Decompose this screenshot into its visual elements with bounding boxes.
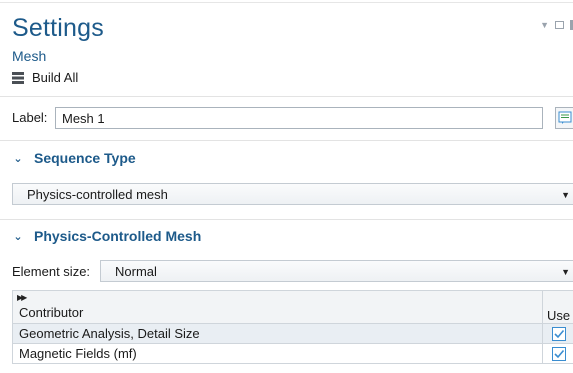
dropdown-menu-icon[interactable]: ▼ <box>540 20 549 30</box>
edit-label-button[interactable] <box>555 107 573 129</box>
section-physics-controlled-mesh[interactable]: ⌄ Physics-Controlled Mesh <box>12 228 201 244</box>
contributor-cell: Geometric Analysis, Detail Size <box>12 323 543 344</box>
chevron-down-icon: ⌄ <box>13 230 23 243</box>
expand-icon[interactable]: ▶▶ <box>17 293 27 302</box>
label-input[interactable] <box>55 107 543 129</box>
contributor-cell: Magnetic Fields (mf) <box>12 343 543 364</box>
build-all-label: Build All <box>32 70 79 85</box>
panel-subtitle: Mesh <box>12 48 47 64</box>
panel-title: Settings <box>12 14 104 42</box>
maximize-icon[interactable] <box>555 21 564 29</box>
sequence-type-select[interactable]: Physics-controlled mesh ▼ <box>12 183 573 205</box>
element-size-label: Element size: <box>12 264 91 279</box>
column-header-label: Use <box>546 308 571 323</box>
build-all-icon <box>12 71 24 84</box>
section-header-label: Physics-Controlled Mesh <box>34 228 202 244</box>
checkbox-checked-icon[interactable] <box>551 327 566 342</box>
chevron-down-icon: ⌄ <box>13 152 23 165</box>
element-size-select[interactable]: Normal ▼ <box>100 260 573 282</box>
top-border <box>0 2 573 3</box>
column-header-label: Contributor <box>19 305 84 320</box>
divider <box>0 219 573 220</box>
chevron-down-icon: ▼ <box>561 267 570 277</box>
column-header-contributor[interactable]: ▶▶ Contributor <box>12 290 543 324</box>
label-caption: Label: <box>12 110 48 125</box>
column-header-use[interactable]: Use <box>542 290 573 324</box>
build-all-button[interactable]: Build All <box>12 70 78 85</box>
window-controls: ▼ <box>540 20 573 30</box>
element-size-value: Normal <box>115 263 157 279</box>
section-sequence-type[interactable]: ⌄ Sequence Type <box>12 150 136 166</box>
edit-note-icon <box>558 111 572 124</box>
divider <box>0 96 573 97</box>
table-row[interactable]: Magnetic Fields (mf) <box>12 343 573 364</box>
chevron-down-icon: ▼ <box>561 190 570 200</box>
checkbox-checked-icon[interactable] <box>551 347 566 362</box>
label-row: Label: <box>12 107 54 129</box>
contributor-table: ▶▶ Contributor Use Geometric Analysis, D… <box>12 290 573 364</box>
divider <box>0 140 573 141</box>
use-cell[interactable] <box>542 323 573 344</box>
table-row[interactable]: Geometric Analysis, Detail Size <box>12 323 573 344</box>
section-header-label: Sequence Type <box>34 150 136 166</box>
use-cell[interactable] <box>542 343 573 364</box>
sequence-type-value: Physics-controlled mesh <box>27 186 168 202</box>
